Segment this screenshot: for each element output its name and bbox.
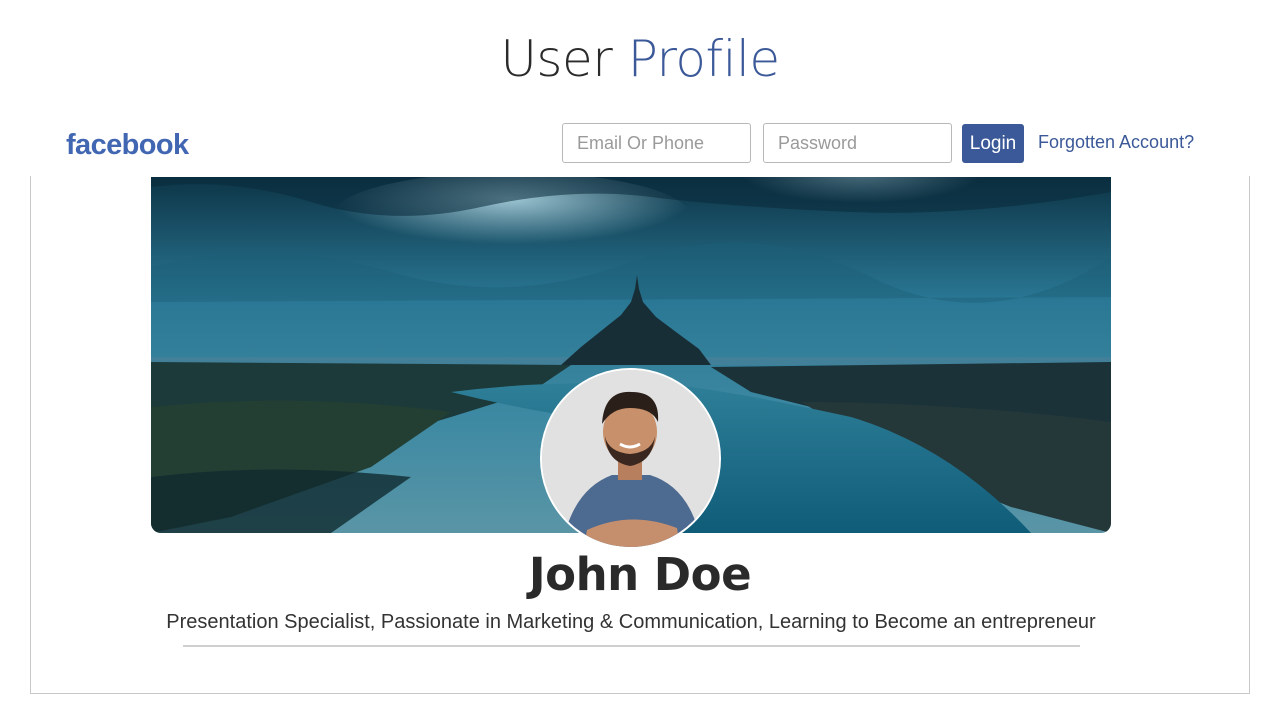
forgotten-account-link[interactable]: Forgotten Account? (1038, 132, 1194, 153)
page-title-accent: Profile (627, 30, 780, 88)
facebook-logo[interactable]: facebook (66, 129, 189, 162)
page-title: User Profile (0, 30, 1280, 88)
profile-name: John Doe (528, 548, 752, 601)
person-avatar-image (542, 370, 719, 547)
password-field[interactable] (763, 123, 952, 163)
divider (183, 645, 1080, 647)
profile-bio: Presentation Specialist, Passionate in M… (166, 611, 1096, 633)
profile-avatar[interactable] (540, 368, 721, 549)
email-field[interactable] (562, 123, 751, 163)
login-button[interactable]: Login (962, 124, 1024, 163)
page-title-prefix: User (500, 30, 613, 88)
